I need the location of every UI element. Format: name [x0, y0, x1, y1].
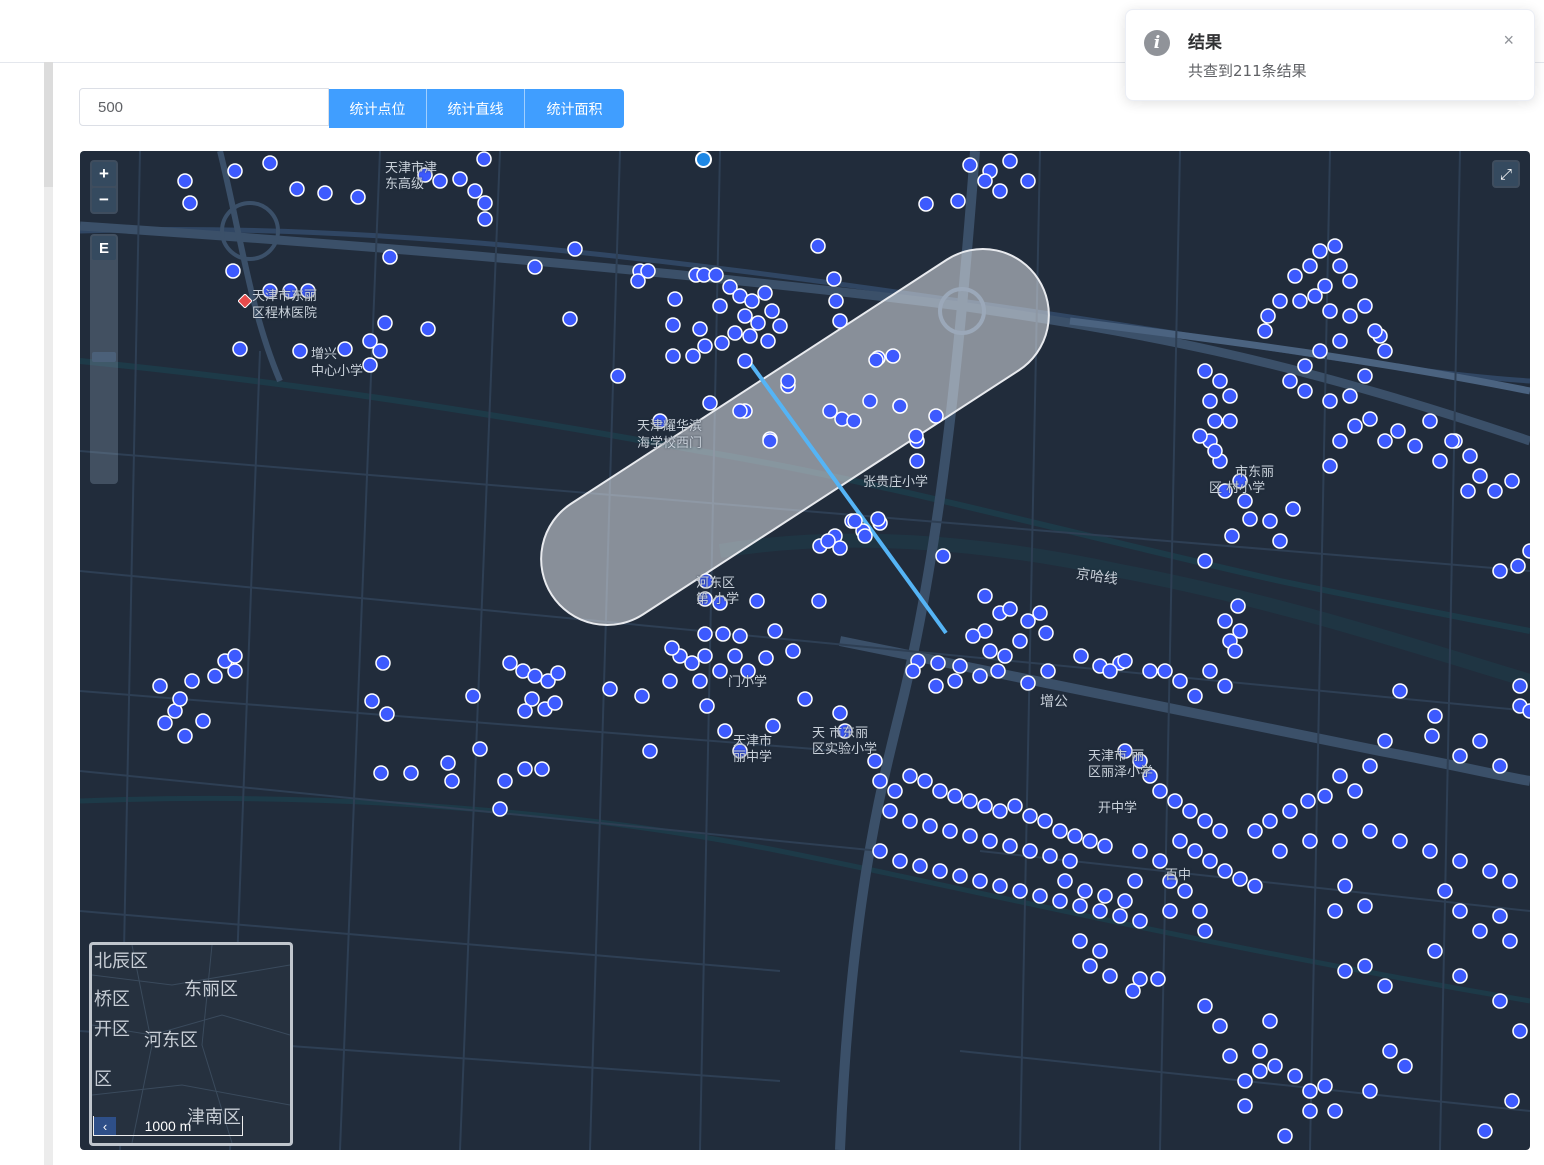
- map-label: 东高级: [385, 177, 425, 192]
- overview-label: 东丽区: [184, 979, 238, 1000]
- map-label: 中心小学: [311, 364, 364, 379]
- stat-area-button[interactable]: 统计面积: [525, 89, 624, 128]
- map-label: 开中学: [1098, 801, 1138, 816]
- zoom-slider-handle[interactable]: [92, 352, 116, 362]
- sidebar-scrollbar[interactable]: [44, 62, 53, 1165]
- map-label: 丽中学: [733, 750, 773, 765]
- close-icon[interactable]: ×: [1503, 30, 1514, 51]
- zoom-in-button[interactable]: +: [92, 162, 116, 186]
- fullscreen-control: ⤢: [1492, 160, 1520, 188]
- drawing-vertex-handle[interactable]: [695, 151, 712, 168]
- overview-label: 桥区: [94, 989, 130, 1010]
- buffer-distance-input[interactable]: [79, 88, 329, 126]
- overview-label: 区: [94, 1069, 112, 1090]
- zoom-slider[interactable]: E: [90, 234, 118, 484]
- overview-label: 北辰区: [94, 951, 148, 972]
- map-label: 区 村小学: [1209, 481, 1266, 496]
- map-label: 区丽泽小学: [1088, 765, 1154, 780]
- map-label: 百中: [1165, 868, 1192, 883]
- map-label: 增公: [1040, 694, 1068, 710]
- zoom-control: + −: [90, 160, 118, 214]
- notification-title: 结果: [1188, 33, 1222, 53]
- map-label: 门小学: [728, 675, 768, 690]
- map-label: 区实验小学: [812, 742, 878, 757]
- map-label: 张贵庄小学: [863, 475, 929, 490]
- map-view[interactable]: 天津市津 东高级 天津市东丽 区程林医院 增兴 中心小学 天津耀华滨 海学校西门…: [80, 151, 1530, 1150]
- result-notification: i 结果 共查到211条结果 ×: [1125, 9, 1535, 101]
- map-label: 第 小学: [696, 592, 740, 607]
- stat-line-button[interactable]: 统计直线: [427, 89, 525, 128]
- hospital-icon: [238, 294, 252, 308]
- stat-button-group: 统计点位 统计直线 统计面积: [329, 89, 624, 128]
- stat-points-button[interactable]: 统计点位: [329, 89, 427, 128]
- map-label: 区程林医院: [252, 306, 318, 321]
- overview-collapse-button[interactable]: ‹: [94, 1117, 116, 1135]
- info-icon: i: [1144, 30, 1170, 56]
- overview-label: 开区: [94, 1019, 130, 1040]
- notification-message: 共查到211条结果: [1188, 62, 1307, 80]
- map-label: 海学校西门: [637, 436, 703, 451]
- zoom-out-button[interactable]: −: [92, 188, 116, 212]
- layer-toggle-button[interactable]: E: [92, 236, 116, 260]
- fullscreen-icon[interactable]: ⤢: [1494, 162, 1518, 186]
- overview-label: 河东区: [144, 1030, 198, 1051]
- scrollbar-thumb[interactable]: [44, 62, 53, 187]
